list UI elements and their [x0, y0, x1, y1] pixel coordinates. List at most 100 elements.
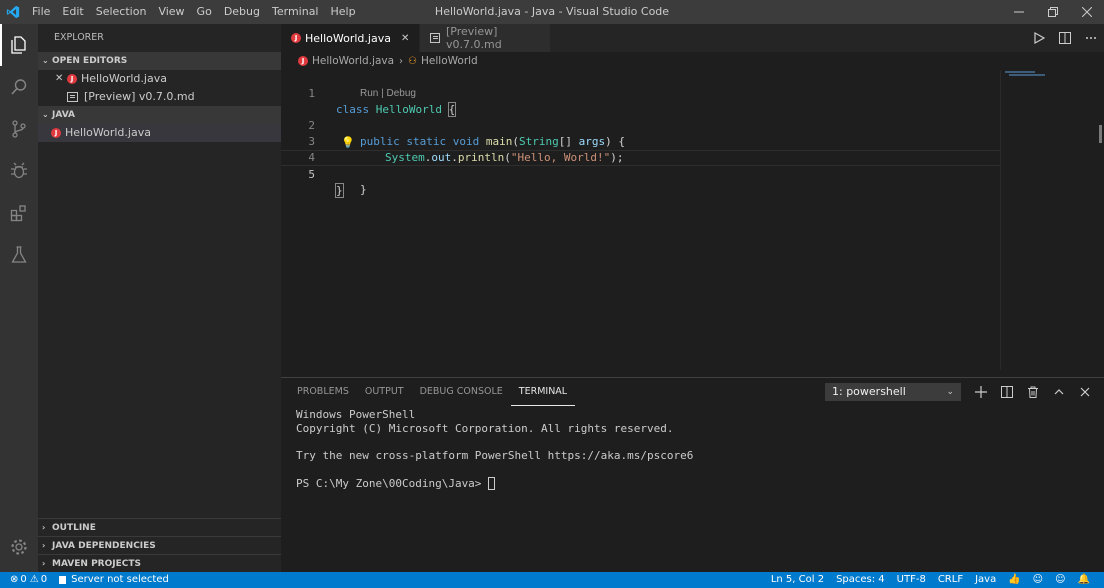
status-right: Ln 5, Col 2 Spaces: 4 UTF-8 CRLF Java 👍 … — [765, 572, 1104, 588]
lightbulb-icon[interactable]: 💡 — [341, 135, 355, 151]
java-folder-label: JAVA — [52, 110, 76, 120]
vscode-logo-icon — [0, 0, 26, 24]
chevron-right-icon: › — [42, 540, 46, 550]
feedback-icon[interactable]: ☺ — [1049, 572, 1071, 588]
class-symbol-icon: ⚇ — [408, 55, 418, 67]
trash-icon[interactable] — [1020, 383, 1046, 401]
gear-icon[interactable] — [0, 526, 38, 568]
activity-bar — [0, 24, 38, 572]
code-line: 1 class HelloWorld { — [281, 70, 1001, 117]
terminal-line: Try the new cross-platform PowerShell ht… — [296, 449, 694, 463]
tab-label: [Preview] v0.7.0.md — [446, 25, 502, 51]
terminal-prompt-line: PS C:\My Zone\00Coding\Java> — [296, 477, 693, 491]
line-number: 1 — [308, 87, 315, 100]
sidebar-title: EXPLORER — [54, 32, 104, 43]
tab-preview-md[interactable]: [Preview] v0.7.0.md — [420, 24, 552, 52]
menu-view[interactable]: View — [152, 0, 190, 24]
preview-icon — [430, 33, 441, 43]
close-icon[interactable]: ✕ — [55, 70, 67, 88]
sync-icon[interactable]: ☺ — [1027, 572, 1049, 588]
language-mode[interactable]: Java — [969, 572, 1002, 588]
cursor-position[interactable]: Ln 5, Col 2 — [765, 572, 830, 588]
file-item-helloworld[interactable]: J HelloWorld.java — [38, 124, 281, 142]
open-editors-header[interactable]: ⌄ OPEN EDITORS — [38, 52, 281, 70]
test-icon[interactable] — [0, 234, 38, 276]
java-dependencies-header[interactable]: › JAVA DEPENDENCIES — [38, 536, 281, 554]
window-controls — [1002, 0, 1104, 24]
java-file-icon: J — [51, 128, 61, 138]
preview-icon — [67, 92, 78, 102]
terminal-cursor — [488, 477, 496, 491]
outline-header[interactable]: › OUTLINE — [38, 518, 281, 536]
terminal-output[interactable]: Windows PowerShell Copyright (C) Microsof… — [296, 408, 693, 491]
restore-icon[interactable] — [1036, 0, 1070, 24]
indentation[interactable]: Spaces: 4 — [830, 572, 891, 588]
new-terminal-icon[interactable] — [968, 383, 994, 401]
code-editor[interactable]: 1 class HelloWorld { Run | Debug 2 publi… — [281, 70, 1001, 370]
server-status-label: Server not selected — [71, 574, 169, 585]
tab-problems[interactable]: PROBLEMS — [289, 378, 357, 406]
split-editor-icon[interactable] — [1052, 24, 1078, 52]
java-file-icon: J — [291, 33, 301, 43]
explorer-sidebar: EXPLORER ⌄ OPEN EDITORS ✕ J HelloWorld.j… — [38, 24, 281, 572]
menu-selection[interactable]: Selection — [90, 0, 153, 24]
terminal-prompt: PS C:\My Zone\00Coding\Java> — [296, 476, 489, 490]
chevron-right-icon: › — [399, 55, 404, 67]
thumbs-up-icon[interactable]: 👍 — [1002, 572, 1026, 588]
tab-label: HelloWorld.java — [305, 31, 391, 45]
chevron-up-icon[interactable] — [1046, 383, 1072, 401]
chevron-down-icon: ⌄ — [946, 387, 954, 397]
menu-edit[interactable]: Edit — [56, 0, 89, 24]
close-panel-icon[interactable] — [1072, 383, 1098, 401]
menu-go[interactable]: Go — [191, 0, 218, 24]
minimize-icon[interactable] — [1002, 0, 1036, 24]
breadcrumb-symbol[interactable]: HelloWorld — [421, 55, 478, 67]
menu-debug[interactable]: Debug — [218, 0, 266, 24]
line-number: 5 — [308, 168, 315, 181]
breadcrumb-file[interactable]: HelloWorld.java — [312, 55, 394, 67]
search-icon[interactable] — [0, 66, 38, 108]
editor-scrollbar[interactable] — [1099, 125, 1102, 143]
explorer-icon[interactable] — [0, 24, 38, 66]
code-line: 2 public static void main(String[] args)… — [281, 102, 1001, 148]
menu-terminal[interactable]: Terminal — [266, 0, 325, 24]
codelens-run-debug[interactable]: Run | Debug — [281, 86, 1001, 102]
terminal-line: Copyright (C) Microsoft Corporation. All… — [296, 421, 674, 435]
code-line-current: 5 } — [281, 150, 1001, 198]
java-folder-header[interactable]: ⌄ JAVA — [38, 106, 281, 124]
encoding[interactable]: UTF-8 — [891, 572, 932, 588]
notifications-icon[interactable]: 🔔 — [1072, 572, 1096, 588]
extensions-icon[interactable] — [0, 192, 38, 234]
tab-output[interactable]: OUTPUT — [357, 378, 412, 406]
menu-help[interactable]: Help — [325, 0, 362, 24]
tab-helloworld-java[interactable]: J HelloWorld.java ✕ — [281, 24, 421, 52]
code-line: 3 System.out.println("Hello, World!"); — [281, 118, 1001, 164]
debug-icon[interactable] — [0, 150, 38, 192]
run-icon[interactable] — [1026, 24, 1052, 52]
bottom-panel: PROBLEMS OUTPUT DEBUG CONSOLE TERMINAL 1… — [281, 377, 1104, 572]
open-editor-item-preview[interactable]: [Preview] v0.7.0.md — [38, 88, 281, 106]
minimap[interactable] — [1005, 70, 1099, 78]
tab-debug-console[interactable]: DEBUG CONSOLE — [412, 378, 511, 406]
source-control-icon[interactable] — [0, 108, 38, 150]
menu-bar: File Edit Selection View Go Debug Termin… — [26, 0, 362, 24]
warning-count: 0 — [40, 574, 48, 585]
panel-actions — [968, 383, 1098, 401]
maven-projects-header[interactable]: › MAVEN PROJECTS — [38, 554, 281, 572]
menu-file[interactable]: File — [26, 0, 56, 24]
problems-status[interactable]: ⊗ 0 ⚠ 0 — [10, 572, 53, 588]
close-window-icon[interactable] — [1070, 0, 1104, 24]
more-actions-icon[interactable] — [1078, 24, 1104, 52]
split-terminal-icon[interactable] — [994, 383, 1020, 401]
tab-terminal[interactable]: TERMINAL — [510, 378, 576, 406]
editor-actions — [1026, 24, 1104, 52]
open-editor-item-helloworld[interactable]: ✕ J HelloWorld.java — [38, 70, 281, 88]
close-icon[interactable]: ✕ — [401, 33, 409, 44]
terminal-line: Windows PowerShell — [296, 408, 416, 421]
terminal-select[interactable]: 1: powershell ⌄ — [825, 383, 961, 401]
server-status[interactable]: Server not selected — [53, 572, 175, 588]
line-ending[interactable]: CRLF — [932, 572, 969, 588]
terminal-select-value: 1: powershell — [832, 385, 906, 398]
